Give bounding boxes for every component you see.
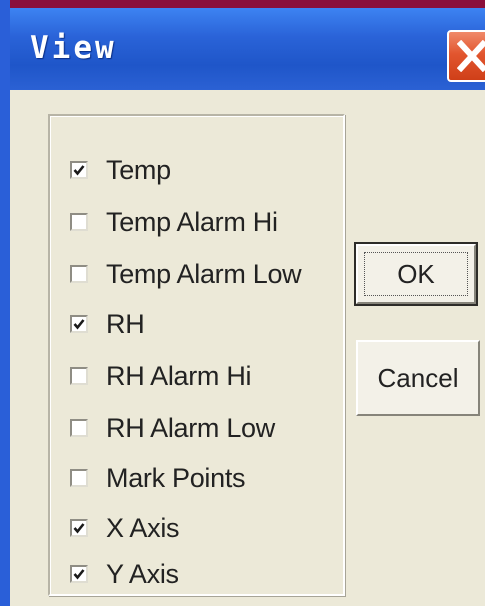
option-rh-alarm-low[interactable]: RH Alarm Low: [70, 408, 275, 448]
checkmark-icon: [73, 523, 85, 534]
option-temp-label: Temp: [106, 154, 171, 185]
ok-button[interactable]: OK: [354, 242, 478, 306]
option-temp-alarm-hi[interactable]: Temp Alarm Hi: [70, 202, 278, 242]
option-y-axis[interactable]: Y Axis: [70, 554, 179, 594]
option-rh-alarm-low-label: RH Alarm Low: [106, 412, 275, 443]
option-mark-points[interactable]: Mark Points: [70, 458, 246, 498]
option-rh-alarm-hi[interactable]: RH Alarm Hi: [70, 356, 252, 396]
option-temp-alarm-hi-checkbox[interactable]: [70, 213, 88, 231]
view-dialog: View Temp Temp Alarm Hi Temp Alarm Low R…: [0, 0, 485, 606]
options-group: Temp Temp Alarm Hi Temp Alarm Low RH RH …: [48, 114, 345, 596]
option-temp-alarm-low-label: Temp Alarm Low: [106, 258, 302, 289]
option-rh-label: RH: [106, 308, 145, 339]
cancel-button-label: Cancel: [377, 362, 459, 393]
cancel-button[interactable]: Cancel: [356, 340, 480, 416]
option-rh-alarm-low-checkbox[interactable]: [70, 419, 88, 437]
option-x-axis[interactable]: X Axis: [70, 508, 180, 548]
option-temp-alarm-low[interactable]: Temp Alarm Low: [70, 254, 302, 294]
title-bar[interactable]: View: [10, 8, 485, 90]
checkmark-icon: [73, 165, 85, 176]
checkmark-icon: [73, 569, 85, 580]
option-rh-alarm-hi-checkbox[interactable]: [70, 367, 88, 385]
option-rh[interactable]: RH: [70, 304, 145, 344]
focus-rectangle: [364, 252, 468, 296]
close-button[interactable]: [447, 30, 485, 82]
option-y-axis-label: Y Axis: [106, 558, 179, 589]
dialog-client-area: Temp Temp Alarm Hi Temp Alarm Low RH RH …: [20, 90, 485, 606]
option-mark-points-checkbox[interactable]: [70, 469, 88, 487]
option-temp-alarm-low-checkbox[interactable]: [70, 265, 88, 283]
option-x-axis-label: X Axis: [106, 512, 180, 543]
option-rh-alarm-hi-label: RH Alarm Hi: [106, 360, 252, 391]
option-temp-alarm-hi-label: Temp Alarm Hi: [106, 206, 278, 237]
window-title: View: [30, 30, 117, 66]
close-icon: [457, 40, 485, 72]
option-mark-points-label: Mark Points: [106, 462, 246, 493]
option-y-axis-checkbox[interactable]: [70, 565, 88, 583]
option-rh-checkbox[interactable]: [70, 315, 88, 333]
checkmark-icon: [73, 319, 85, 330]
window-top-edge: [10, 0, 485, 8]
option-temp-checkbox[interactable]: [70, 161, 88, 179]
option-x-axis-checkbox[interactable]: [70, 519, 88, 537]
option-temp[interactable]: Temp: [70, 150, 171, 190]
